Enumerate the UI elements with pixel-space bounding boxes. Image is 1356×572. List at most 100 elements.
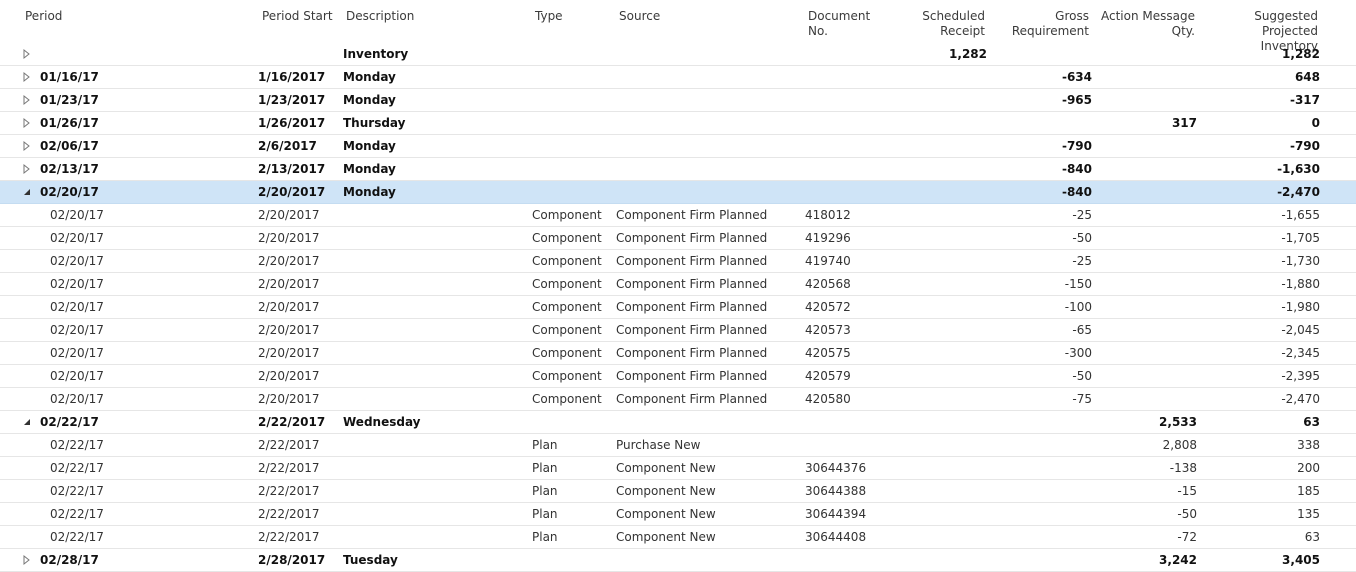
expand-triangle-icon[interactable] (21, 117, 33, 129)
cell-action-message-qty: 2,808 (1162, 438, 1197, 452)
group-row[interactable]: 01/23/17 1/23/2017 Monday -965 -317 (0, 89, 1356, 112)
cell-gross-requirement: -25 (1072, 254, 1092, 268)
table-row[interactable]: 02/20/17 2/20/2017 Component Component Firm… (0, 388, 1356, 411)
expand-triangle-icon[interactable] (21, 71, 33, 83)
group-row[interactable]: 02/28/17 2/28/2017 Tuesday 3,242 3,405 (0, 549, 1356, 572)
expand-triangle-icon[interactable] (21, 554, 33, 566)
cell-projected: -2,395 (1281, 369, 1320, 383)
cell-projected: 63 (1303, 415, 1320, 429)
cell-period-start: 2/22/2017 (258, 461, 320, 475)
column-header-scheduled-receipt-line1: Scheduled (922, 9, 985, 23)
cell-type: Component (532, 392, 602, 406)
column-header-scheduled-receipt[interactable]: Scheduled Receipt (900, 9, 985, 39)
cell-projected: -790 (1289, 139, 1320, 153)
cell-source: Component Firm Planned (616, 346, 768, 360)
cell-source: Component Firm Planned (616, 208, 768, 222)
cell-period-start: 1/16/2017 (258, 70, 326, 84)
cell-action-message-qty: -72 (1177, 530, 1197, 544)
table-row[interactable]: 02/20/17 2/20/2017 Component Component Firm… (0, 227, 1356, 250)
expand-triangle-icon[interactable] (21, 163, 33, 175)
table-row[interactable]: 02/20/17 2/20/2017 Component Component Firm… (0, 204, 1356, 227)
collapse-triangle-icon[interactable] (21, 416, 33, 428)
cell-projected: 648 (1294, 70, 1320, 84)
group-row[interactable]: 02/13/17 2/13/2017 Monday -840 -1,630 (0, 158, 1356, 181)
cell-gross-requirement: -840 (1061, 185, 1092, 199)
cell-period-start: 2/20/2017 (258, 346, 320, 360)
cell-period: 02/20/17 (40, 185, 99, 199)
cell-period-start: 1/23/2017 (258, 93, 326, 107)
cell-description: Monday (343, 162, 396, 176)
column-header-gross-requirement[interactable]: Gross Requirement (1000, 9, 1089, 39)
cell-gross-requirement: -150 (1064, 277, 1092, 291)
cell-source: Component New (616, 530, 716, 544)
cell-period: 02/20/17 (50, 300, 104, 314)
cell-projected: -2,470 (1281, 392, 1320, 406)
cell-period-start: 2/20/2017 (258, 254, 320, 268)
cell-type: Plan (532, 530, 558, 544)
group-row[interactable]: 02/22/17 2/22/2017 Wednesday 2,533 63 (0, 411, 1356, 434)
cell-description: Monday (343, 139, 396, 153)
table-row[interactable]: 02/22/17 2/22/2017 Plan Component New 306444… (0, 526, 1356, 549)
cell-document-no: 420573 (805, 323, 851, 337)
table-row[interactable]: 02/20/17 2/20/2017 Component Component Firm… (0, 296, 1356, 319)
cell-projected: -1,705 (1281, 231, 1320, 245)
cell-projected: 3,405 (1282, 553, 1320, 567)
cell-source: Component Firm Planned (616, 323, 768, 337)
cell-source: Component New (616, 507, 716, 521)
table-row[interactable]: 02/22/17 2/22/2017 Plan Component New 306443… (0, 503, 1356, 526)
cell-projected: -1,880 (1281, 277, 1320, 291)
cell-projected: 338 (1297, 438, 1320, 452)
table-row[interactable]: 02/20/17 2/20/2017 Component Component Firm… (0, 319, 1356, 342)
cell-period-start: 2/28/2017 (258, 553, 326, 567)
column-header-action-message-qty[interactable]: Action Message Qty. (1100, 9, 1195, 39)
table-row[interactable]: 02/22/17 2/22/2017 Plan Purchase New 2,808 33… (0, 434, 1356, 457)
cell-projected: -1,980 (1281, 300, 1320, 314)
cell-period: 02/20/17 (50, 231, 104, 245)
cell-projected: -2,045 (1281, 323, 1320, 337)
column-header-type[interactable]: Type (535, 9, 563, 24)
column-header-period[interactable]: Period (25, 9, 62, 24)
table-row[interactable]: 02/20/17 2/20/2017 Component Component Firm… (0, 273, 1356, 296)
group-row[interactable]: Inventory 1,282 1,282 (0, 43, 1356, 66)
cell-period-start: 2/22/2017 (258, 530, 320, 544)
cell-period-start: 2/20/2017 (258, 369, 320, 383)
cell-gross-requirement: -965 (1061, 93, 1092, 107)
cell-period: 02/20/17 (50, 392, 104, 406)
cell-gross-requirement: -300 (1064, 346, 1092, 360)
cell-action-message-qty: 317 (1171, 116, 1197, 130)
cell-action-message-qty: -138 (1169, 461, 1197, 475)
cell-document-no: 30644394 (805, 507, 867, 521)
cell-projected: 63 (1304, 530, 1320, 544)
cell-period-start: 2/20/2017 (258, 231, 320, 245)
cell-period: 02/22/17 (50, 484, 104, 498)
cell-period: 01/23/17 (40, 93, 99, 107)
cell-period: 02/22/17 (50, 461, 104, 475)
group-row[interactable]: 01/16/17 1/16/2017 Monday -634 648 (0, 66, 1356, 89)
cell-period-start: 2/20/2017 (258, 300, 320, 314)
group-row[interactable]: 01/26/17 1/26/2017 Thursday 317 0 (0, 112, 1356, 135)
group-row[interactable]: 02/06/17 2/6/2017 Monday -790 -790 (0, 135, 1356, 158)
table-row[interactable]: 02/22/17 2/22/2017 Plan Component New 306443… (0, 457, 1356, 480)
group-row[interactable]: 02/20/17 2/20/2017 Monday -840 -2,470 (0, 181, 1356, 204)
table-row[interactable]: 02/20/17 2/20/2017 Component Component Firm… (0, 365, 1356, 388)
expand-triangle-icon[interactable] (21, 140, 33, 152)
cell-period: 02/22/17 (50, 530, 104, 544)
table-row[interactable]: 02/20/17 2/20/2017 Component Component Firm… (0, 250, 1356, 273)
expand-triangle-icon[interactable] (21, 48, 33, 60)
cell-action-message-qty: 3,242 (1159, 553, 1197, 567)
column-header-period-start[interactable]: Period Start (262, 9, 333, 24)
cell-period: 02/20/17 (50, 277, 104, 291)
column-header-source[interactable]: Source (619, 9, 660, 24)
cell-type: Component (532, 208, 602, 222)
column-header-document-no[interactable]: Document No. (808, 9, 870, 39)
collapse-triangle-icon[interactable] (21, 186, 33, 198)
expand-triangle-icon[interactable] (21, 94, 33, 106)
cell-period: 02/22/17 (50, 438, 104, 452)
table-row[interactable]: 02/20/17 2/20/2017 Component Component Firm… (0, 342, 1356, 365)
cell-document-no: 420568 (805, 277, 851, 291)
cell-document-no: 420579 (805, 369, 851, 383)
cell-period-start: 2/20/2017 (258, 392, 320, 406)
table-row[interactable]: 02/22/17 2/22/2017 Plan Component New 306443… (0, 480, 1356, 503)
column-header-description[interactable]: Description (346, 9, 414, 24)
cell-period: 01/26/17 (40, 116, 99, 130)
